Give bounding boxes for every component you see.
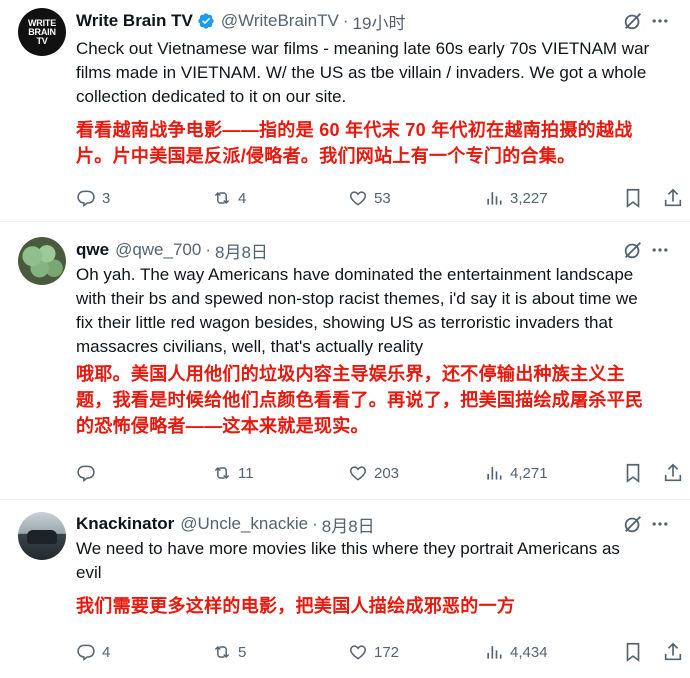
- action-bar: 11 203 4,271: [76, 461, 682, 485]
- like-button[interactable]: 172: [348, 640, 399, 664]
- bookmark-icon[interactable]: [622, 641, 644, 663]
- views-icon: [487, 192, 502, 205]
- translation-text: 我们需要更多这样的电影，把美国人描绘成邪恶的一方: [76, 596, 516, 616]
- reply-icon: [77, 190, 95, 207]
- more-icon[interactable]: [650, 11, 670, 31]
- views-icon: [487, 646, 502, 659]
- reply-icon: [77, 465, 95, 482]
- repost-button[interactable]: 5: [212, 640, 246, 664]
- translation-text: 哦耶。美国人用他们的垃圾内容主导娱乐界，还不停输出种族主义主 题，我看是时候给他…: [76, 364, 644, 436]
- share-icon[interactable]: [662, 641, 684, 663]
- avatar[interactable]: [18, 512, 66, 560]
- repost-button[interactable]: 4: [212, 186, 246, 210]
- heart-icon: [349, 191, 367, 206]
- timestamp[interactable]: 19小时: [353, 9, 406, 34]
- timestamp[interactable]: 8月8日: [215, 238, 268, 263]
- views-button[interactable]: 4,271: [484, 461, 548, 485]
- like-button[interactable]: 53: [348, 186, 391, 210]
- action-bar: 4 5 172 4,434: [76, 640, 682, 664]
- share-icon[interactable]: [662, 462, 684, 484]
- views-button[interactable]: 3,227: [484, 186, 548, 210]
- handle[interactable]: @WriteBrainTV: [221, 11, 339, 31]
- tweet-text: Check out Vietnamese war films - meaning…: [76, 39, 650, 106]
- display-name[interactable]: qwe: [76, 240, 109, 260]
- action-bar: 3 4 53 3,227: [76, 186, 682, 210]
- reply-button[interactable]: 4: [76, 640, 110, 664]
- timestamp[interactable]: 8月8日: [322, 512, 375, 537]
- like-button[interactable]: 203: [348, 461, 399, 485]
- tweet-qwe[interactable]: qwe @qwe_700 · 8月8日 Oh yah. The way Amer…: [0, 221, 690, 499]
- avatar[interactable]: WRITE BRAIN TV: [18, 8, 66, 56]
- more-icon[interactable]: [650, 514, 670, 534]
- tweet-knackinator[interactable]: Knackinator @Uncle_knackie · 8月8日 We nee…: [0, 499, 690, 678]
- repost-icon: [214, 645, 230, 659]
- tweet-text: We need to have more movies like this wh…: [76, 539, 620, 582]
- grok-icon[interactable]: [622, 513, 644, 535]
- verified-badge-icon: [197, 12, 215, 30]
- more-icon[interactable]: [650, 240, 670, 260]
- bookmark-icon[interactable]: [622, 187, 644, 209]
- translation-text: 看看越南战争电影——指的是 60 年代末 70 年代初在越南拍摄的越战 片。片中…: [76, 120, 633, 166]
- share-icon[interactable]: [662, 187, 684, 209]
- reply-button[interactable]: [76, 461, 102, 485]
- tweet-header: Write Brain TV @WriteBrainTV · 19小时: [76, 9, 405, 33]
- grok-icon[interactable]: [622, 10, 644, 32]
- views-button[interactable]: 4,434: [484, 640, 548, 664]
- repost-icon: [214, 191, 230, 205]
- tweet-header: qwe @qwe_700 · 8月8日: [76, 238, 268, 262]
- avatar[interactable]: [18, 237, 66, 285]
- bookmark-icon[interactable]: [622, 462, 644, 484]
- tweet-header: Knackinator @Uncle_knackie · 8月8日: [76, 512, 375, 536]
- reply-button[interactable]: 3: [76, 186, 110, 210]
- repost-button[interactable]: 11: [212, 461, 254, 485]
- display-name[interactable]: Knackinator: [76, 514, 174, 534]
- tweet-write-brain-tv[interactable]: WRITE BRAIN TV Write Brain TV @WriteBrai…: [0, 0, 690, 221]
- tweet-text: Oh yah. The way Americans have dominated…: [76, 265, 638, 356]
- views-icon: [487, 467, 502, 480]
- heart-icon: [349, 466, 367, 481]
- repost-icon: [214, 466, 230, 480]
- handle[interactable]: @qwe_700: [115, 240, 201, 260]
- heart-icon: [349, 645, 367, 660]
- grok-icon[interactable]: [622, 239, 644, 261]
- reply-icon: [77, 644, 95, 661]
- handle[interactable]: @Uncle_knackie: [180, 514, 308, 534]
- display-name[interactable]: Write Brain TV: [76, 11, 193, 31]
